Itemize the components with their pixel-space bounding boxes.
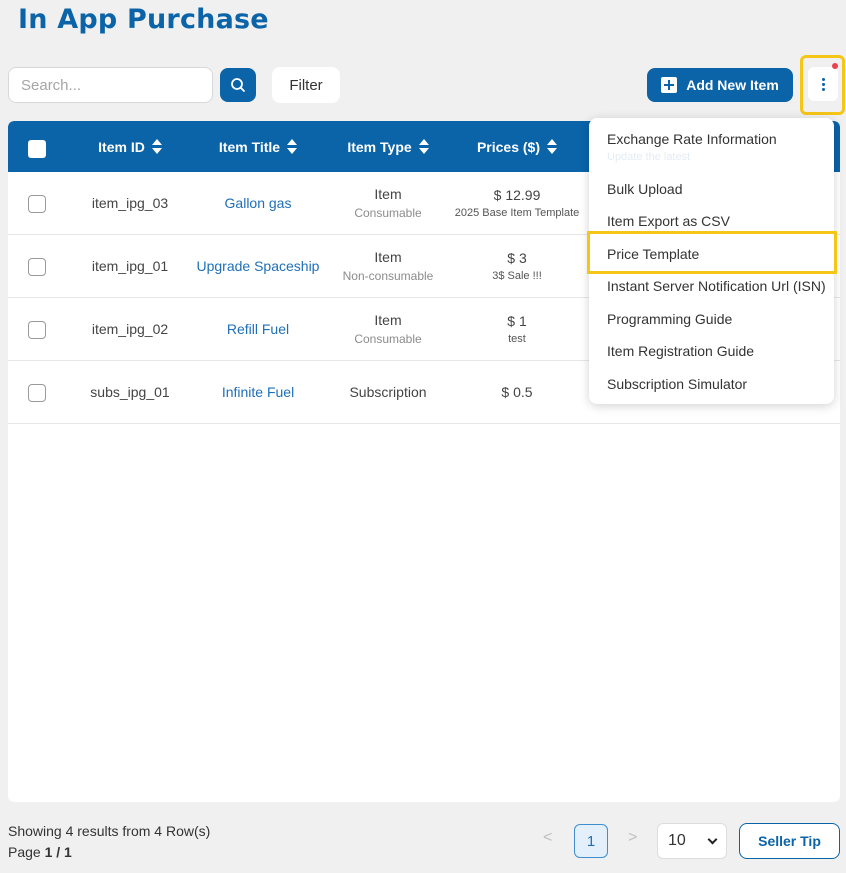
page-number-current[interactable]: 1: [574, 824, 608, 858]
rows-per-page-select[interactable]: 10: [657, 823, 727, 859]
row-checkbox[interactable]: [28, 258, 46, 276]
menu-item-isn[interactable]: Instant Server Notification Url (ISN): [607, 278, 826, 294]
more-options-highlight: [800, 55, 845, 115]
item-type: Item: [374, 312, 402, 328]
price-template: test: [508, 333, 526, 345]
item-price: $ 1: [507, 313, 527, 329]
item-price: $ 3: [507, 250, 527, 266]
item-type: Item: [374, 249, 402, 265]
item-type: Subscription: [349, 384, 427, 400]
search-icon: [231, 78, 245, 92]
sort-icon: [151, 139, 162, 154]
column-item-id[interactable]: Item ID: [68, 121, 192, 172]
item-id: item_ipg_03: [91, 195, 169, 211]
notification-dot: [832, 63, 838, 69]
sort-icon: [418, 139, 429, 154]
menu-item-bulk-upload[interactable]: Bulk Upload: [607, 181, 683, 197]
menu-item-programming-guide[interactable]: Programming Guide: [607, 311, 732, 327]
price-template: 3$ Sale !!!: [492, 270, 542, 282]
row-checkbox[interactable]: [28, 321, 46, 339]
column-item-title[interactable]: Item Title: [192, 121, 324, 172]
row-checkbox[interactable]: [28, 384, 46, 402]
showing-results: Showing 4 results from 4 Row(s): [8, 823, 211, 839]
search-button[interactable]: [220, 68, 256, 102]
plus-icon: [661, 77, 678, 93]
more-vertical-icon: [821, 77, 825, 91]
menu-item-exchange-rate[interactable]: Exchange Rate Information: [607, 131, 777, 147]
add-new-item-label: Add New Item: [686, 77, 779, 93]
menu-item-export-csv[interactable]: Item Export as CSV: [607, 213, 730, 229]
sort-icon: [547, 139, 558, 154]
menu-item-registration-guide[interactable]: Item Registration Guide: [607, 343, 754, 359]
item-id: item_ipg_02: [91, 321, 169, 337]
item-id: item_ipg_01: [91, 258, 169, 274]
price-template-highlight: [587, 231, 837, 274]
next-page-button[interactable]: >: [628, 829, 637, 847]
item-title-link[interactable]: Upgrade Spaceship: [197, 258, 320, 274]
price-template: 2025 Base Item Template: [454, 207, 580, 219]
page-title: In App Purchase: [18, 4, 269, 35]
column-prices[interactable]: Prices ($): [452, 121, 582, 172]
seller-tip-button[interactable]: Seller Tip: [739, 823, 840, 859]
item-type-sub: Non-consumable: [342, 269, 434, 283]
select-all-checkbox[interactable]: [28, 140, 46, 158]
search-input[interactable]: [8, 67, 213, 103]
item-type-sub: Consumable: [354, 206, 422, 220]
results-summary: Showing 4 results from 4 Row(s) Page 1 /…: [8, 821, 210, 863]
chevron-down-icon: [707, 834, 718, 845]
row-checkbox[interactable]: [28, 195, 46, 213]
filter-button[interactable]: Filter: [272, 67, 340, 103]
item-price: $ 0.5: [501, 384, 533, 400]
item-type-sub: Consumable: [354, 332, 422, 346]
item-title-link[interactable]: Infinite Fuel: [222, 384, 294, 400]
sort-icon: [287, 139, 298, 154]
item-title-link[interactable]: Gallon gas: [225, 195, 292, 211]
add-new-item-button[interactable]: Add New Item: [647, 68, 793, 102]
prev-page-button[interactable]: <: [543, 829, 552, 847]
exchange-rate-subtitle: Update the latest: [607, 151, 691, 163]
column-item-type[interactable]: Item Type: [324, 121, 452, 172]
item-id: subs_ipg_01: [90, 384, 170, 400]
item-title-link[interactable]: Refill Fuel: [227, 321, 289, 337]
page-indicator: Page 1 / 1: [8, 844, 72, 860]
item-price: $ 12.99: [493, 187, 541, 203]
menu-item-subscription-simulator[interactable]: Subscription Simulator: [607, 376, 747, 392]
item-type: Item: [374, 186, 402, 202]
more-options-button[interactable]: [808, 67, 838, 101]
